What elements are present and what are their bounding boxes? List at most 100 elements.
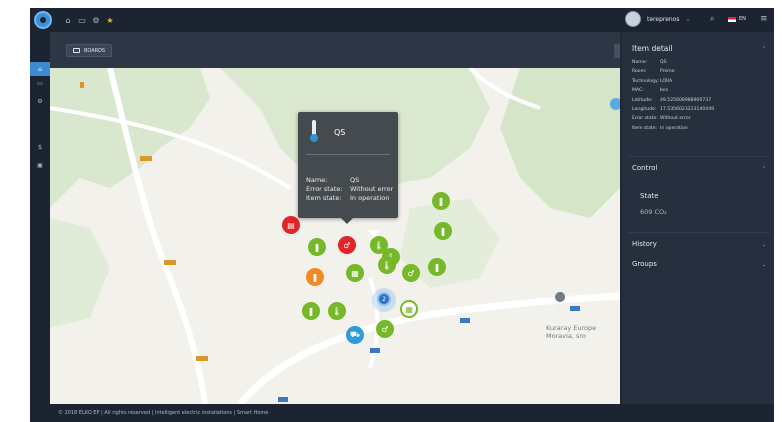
app-frame: ⌂ ▭ ⚙ ★ tereprenos ⌄ ⌕ EN ≡ ⌂ ▭ ⚙ $ ▣ BO…: [30, 8, 774, 422]
road: [237, 292, 620, 404]
sensor-marker-detector[interactable]: ♂: [376, 320, 394, 338]
popup-name-value: QS: [350, 176, 360, 184]
item-detail-panel: Item detail ⌃ Name: QS Room: Promo Technol…: [622, 32, 774, 404]
sidebar-item-boards[interactable]: ▭: [30, 76, 50, 90]
thermometer-icon: 🌡: [373, 240, 385, 250]
detail-value: QS: [660, 60, 667, 65]
footer-text: © 2018 ELKO EP | All rights reserved | I…: [58, 410, 269, 416]
id-card-icon: ▣: [37, 161, 43, 169]
boards-label: BOARDS: [84, 47, 106, 54]
road-shield: [460, 318, 470, 323]
road-shield: [370, 348, 380, 353]
sensor-marker-car[interactable]: ⛟: [346, 326, 364, 344]
sidebar-item-settings[interactable]: ⚙: [30, 94, 50, 108]
item-detail-title: Item detail: [632, 44, 673, 53]
detail-key: Longitude:: [632, 107, 657, 113]
popup-title: QS: [334, 128, 346, 137]
board-icon: [73, 48, 80, 53]
sensor-marker-detector[interactable]: ♂: [402, 264, 420, 282]
sensor-marker-thermometer[interactable]: 🌡: [378, 256, 396, 274]
popup-error-value: Without error: [350, 185, 394, 193]
hamburger-menu-icon[interactable]: ≡: [760, 14, 768, 24]
user-menu[interactable]: tereprenos ⌄: [625, 11, 691, 27]
popup-item-label: Item state:: [306, 194, 342, 202]
sensor-marker-router-red[interactable]: ▤: [282, 216, 300, 234]
divider: [306, 154, 390, 155]
item-detail-list: Name: QS Room: Promo Technology: LORA MAC: b…: [632, 58, 714, 133]
place-label-line2: Moravia, sro: [546, 332, 586, 340]
sensor-marker-plug[interactable]: ❚: [434, 222, 452, 240]
sidebar-item-devices[interactable]: ▣: [30, 158, 50, 172]
detail-key: Room:: [632, 69, 647, 75]
search-icon[interactable]: ⌕: [710, 14, 714, 24]
language-selector[interactable]: EN: [728, 16, 746, 22]
vegetation-area: [500, 68, 620, 218]
thermometer-icon: 🌡: [331, 306, 343, 316]
chevron-down-icon[interactable]: ⌄: [762, 262, 766, 268]
meter-icon: ▦: [405, 304, 413, 314]
thermometer-icon: [310, 120, 318, 142]
star-icon[interactable]: ★: [104, 14, 116, 26]
car-icon: ⛟: [349, 330, 361, 339]
settings-icon[interactable]: ⚙: [90, 14, 102, 26]
detail-value: 49.525608988900737: [660, 97, 712, 103]
plug-icon: ❚: [313, 242, 321, 252]
item-popup: QS Name: QS Error state: Without error Ite…: [298, 112, 398, 224]
popup-details: Name: QS Error state: Without error Item s…: [306, 176, 393, 203]
sensor-marker-plug[interactable]: ❚: [432, 192, 450, 210]
plug-icon: ❚: [439, 226, 447, 236]
language-label: EN: [739, 16, 746, 22]
router-icon: ▤: [287, 220, 295, 230]
place-label: Kuraray Europe Moravia, sro: [546, 324, 596, 340]
detail-key: Latitude:: [632, 97, 653, 103]
detector-icon: ♂: [407, 268, 415, 278]
sensor-marker-meter[interactable]: ▦: [400, 300, 418, 318]
avatar: [625, 11, 641, 27]
chevron-down-icon: ⌄: [685, 15, 691, 23]
app-logo-icon[interactable]: [34, 11, 52, 29]
plug-icon: ❚: [437, 196, 445, 206]
state-value: 609 CO₂: [640, 208, 667, 216]
chevron-up-icon[interactable]: ⌃: [762, 46, 766, 52]
sidebar-item-billing[interactable]: $: [30, 140, 50, 154]
settings-icon: ⚙: [37, 97, 43, 105]
detail-value: Promo: [660, 69, 675, 75]
sensor-cluster[interactable]: 2: [377, 292, 391, 306]
panel-toggle-handle[interactable]: [614, 44, 620, 58]
plug-icon: ❚: [433, 262, 441, 272]
chevron-up-icon[interactable]: ⌃: [762, 166, 766, 172]
popup-item-value: In operation: [350, 194, 390, 202]
detail-value: Without error: [660, 116, 691, 122]
sensor-marker-plug-orange[interactable]: ❚: [306, 268, 324, 286]
control-section-title[interactable]: Control: [632, 164, 657, 172]
sensor-marker-plug[interactable]: ❚: [308, 238, 326, 256]
detail-value: LORA: [660, 78, 673, 84]
state-label: State: [640, 192, 659, 200]
home-icon[interactable]: ⌂: [62, 14, 74, 26]
divider: [628, 232, 770, 233]
boards-icon[interactable]: ▭: [76, 14, 88, 26]
sensor-marker-plug[interactable]: ❚: [302, 302, 320, 320]
sidebar-item-home[interactable]: ⌂: [30, 62, 50, 76]
chevron-down-icon[interactable]: ⌄: [762, 242, 766, 248]
road-shield: [278, 397, 288, 402]
vegetation-area: [50, 218, 110, 328]
sidebar: ⌂ ▭ ⚙ $ ▣: [30, 32, 50, 422]
boards-button[interactable]: BOARDS: [66, 44, 113, 57]
divider: [628, 156, 770, 157]
plug-icon: ❚: [307, 306, 315, 316]
detail-key: Item state:: [632, 125, 658, 131]
plug-icon: ❚: [311, 272, 319, 282]
footer: © 2018 ELKO EP | All rights reserved | I…: [50, 404, 774, 422]
road-shield: [80, 82, 84, 88]
road-shield: [570, 306, 580, 311]
groups-section-title[interactable]: Groups: [632, 260, 657, 268]
flag-icon: [728, 16, 736, 22]
sensor-marker-detector-red[interactable]: ♂: [338, 236, 356, 254]
sensor-marker-thermometer[interactable]: 🌡: [328, 302, 346, 320]
user-name: tereprenos: [647, 15, 680, 23]
sensor-marker-meter[interactable]: ▦: [346, 264, 364, 282]
boards-bar: BOARDS: [50, 32, 620, 68]
sensor-marker-plug[interactable]: ❚: [428, 258, 446, 276]
history-section-title[interactable]: History: [632, 240, 657, 248]
